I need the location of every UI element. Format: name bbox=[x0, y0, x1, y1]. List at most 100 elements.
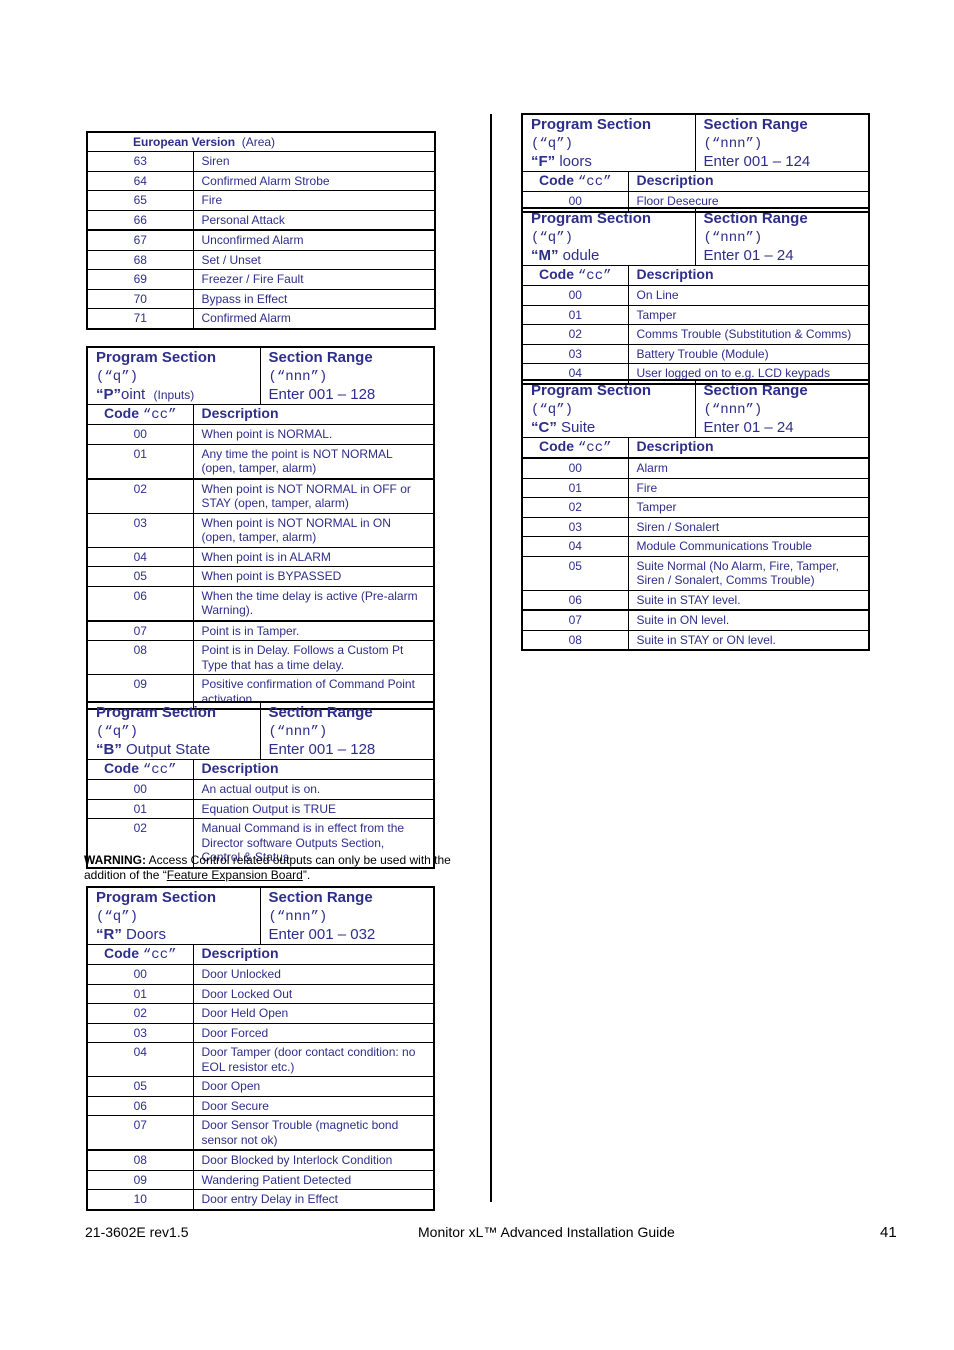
table-row: 00 When point is NORMAL. bbox=[86, 424, 435, 445]
table-row: 06 Door Secure bbox=[86, 1095, 435, 1116]
code-cell: 00 bbox=[521, 285, 629, 306]
description-cell: An actual output is on. bbox=[192, 779, 435, 800]
table-row: 04 Door Tamper (door contact condition: n… bbox=[86, 1042, 435, 1077]
european-title: European Version bbox=[133, 135, 236, 149]
table-row: 07 Suite in ON level. bbox=[521, 609, 870, 631]
description-cell: Suite in STAY level. bbox=[627, 589, 870, 611]
cc-label: “cc” bbox=[142, 407, 177, 423]
description-cell: When point is NOT NORMAL in OFF or STAY … bbox=[192, 477, 435, 514]
nnn-label: (“nnn”) bbox=[268, 909, 328, 925]
european-title-row: European Version (Area) bbox=[86, 131, 436, 152]
section-range-label: Section Range bbox=[268, 704, 373, 721]
code-cell: 04 bbox=[521, 536, 629, 557]
code-cell: 01 bbox=[86, 983, 194, 1004]
description-cell: Freezer / Fire Fault bbox=[192, 269, 436, 290]
table-row: 00 On Line bbox=[521, 285, 870, 306]
nnn-label: (“nnn”) bbox=[703, 402, 763, 418]
table-row: 66 Personal Attack bbox=[86, 209, 436, 231]
european-version-table: European Version (Area) 63 Siren 64 Confirm… bbox=[86, 131, 436, 330]
table-row: 70 Bypass in Effect bbox=[86, 288, 436, 309]
output-header-row: Program Section (“q”) “B” Output State S… bbox=[86, 701, 435, 760]
code-cell: 05 bbox=[86, 566, 194, 587]
description-cell: Confirmed Alarm Strobe bbox=[192, 170, 436, 191]
table-row: 02 Door Held Open bbox=[86, 1003, 435, 1024]
description-cell: When point is in ALARM bbox=[192, 546, 435, 567]
code-cell: 05 bbox=[521, 555, 629, 591]
code-cell: 00 bbox=[521, 457, 629, 479]
suite-table: Program Section (“q”) “C” Suite Section … bbox=[521, 379, 870, 651]
program-section-label: Program Section bbox=[531, 210, 652, 227]
q-label: (“q”) bbox=[531, 230, 574, 246]
table-row: 67 Unconfirmed Alarm bbox=[86, 229, 436, 251]
table-row: 00 An actual output is on. bbox=[86, 779, 435, 800]
feature-expansion-board-link: Feature Expansion Board bbox=[166, 868, 303, 882]
code-cell: 01 bbox=[521, 477, 629, 498]
code-cell: 69 bbox=[86, 269, 194, 290]
code-header: Code bbox=[104, 405, 139, 421]
code-cell: 03 bbox=[86, 512, 194, 548]
code-cell: 04 bbox=[86, 546, 194, 567]
table-row: 71 Confirmed Alarm bbox=[86, 308, 436, 329]
code-header: Code bbox=[104, 945, 139, 961]
code-cell: 66 bbox=[86, 209, 194, 231]
description-cell: Fire bbox=[627, 477, 870, 498]
table-row: 01 Door Locked Out bbox=[86, 983, 435, 1004]
floors-table: Program Section (“q”) “F” loors Section … bbox=[521, 113, 870, 213]
description-cell: Module Communications Trouble bbox=[627, 536, 870, 557]
section-name: odule bbox=[558, 247, 600, 264]
section-letter: “M” bbox=[531, 247, 559, 264]
module-column-header: Code “cc” Description bbox=[521, 265, 870, 286]
description-cell: Equation Output is TRUE bbox=[192, 798, 435, 819]
section-range-value: Enter 01 – 24 bbox=[703, 419, 794, 436]
code-cell: 06 bbox=[86, 1095, 194, 1116]
section-range-value: Enter 001 – 128 bbox=[268, 386, 376, 403]
module-table: Program Section (“q”) “M” odule Section … bbox=[521, 207, 870, 385]
description-cell: Any time the point is NOT NORMAL (open, … bbox=[192, 443, 435, 479]
section-range-value: Enter 001 – 128 bbox=[268, 741, 376, 758]
european-rows: 63 Siren 64 Confirmed Alarm Strobe 65 Fire 66 P… bbox=[86, 151, 436, 329]
code-cell: 01 bbox=[86, 443, 194, 479]
q-label: (“q”) bbox=[96, 909, 139, 925]
code-header: Code bbox=[104, 760, 139, 776]
code-cell: 02 bbox=[521, 497, 629, 518]
description-cell: Point is in Delay. Follows a Custom Pt T… bbox=[192, 640, 435, 675]
table-row: 09 Wandering Patient Detected bbox=[86, 1169, 435, 1190]
code-cell: 08 bbox=[86, 1149, 194, 1171]
table-row: 01 Equation Output is TRUE bbox=[86, 798, 435, 819]
table-row: 01 Fire bbox=[521, 477, 870, 498]
point-table: Program Section (“q”) “P”oint (Inputs) S… bbox=[86, 346, 435, 710]
nnn-label: (“nnn”) bbox=[703, 230, 763, 246]
table-row: 01 Any time the point is NOT NORMAL (open… bbox=[86, 443, 435, 479]
code-cell: 71 bbox=[86, 308, 194, 329]
description-cell: Door Tamper (door contact condition: no … bbox=[192, 1042, 435, 1077]
description-cell: Door Unlocked bbox=[192, 964, 435, 985]
section-letter: “P” bbox=[96, 386, 122, 403]
section-name: loors bbox=[555, 153, 592, 170]
code-cell: 70 bbox=[86, 288, 194, 309]
section-note: (Inputs) bbox=[153, 388, 195, 402]
program-section-label: Program Section bbox=[96, 889, 217, 906]
section-range-label: Section Range bbox=[703, 210, 808, 227]
table-row: 07 Door Sensor Trouble (magnetic bond sen… bbox=[86, 1115, 435, 1151]
section-name: Output State bbox=[121, 741, 211, 758]
table-row: 02 Tamper bbox=[521, 497, 870, 518]
description-cell: Point is in Tamper. bbox=[192, 619, 435, 641]
table-row: 04 Module Communications Trouble bbox=[521, 536, 870, 557]
floors-column-header: Code “cc” Description bbox=[521, 171, 870, 192]
section-letter: “F” bbox=[531, 153, 556, 170]
section-name: Doors bbox=[121, 926, 167, 943]
description-header: Description bbox=[636, 438, 714, 454]
code-cell: 01 bbox=[521, 304, 629, 325]
code-cell: 02 bbox=[86, 1003, 194, 1024]
code-cell: 09 bbox=[86, 1169, 194, 1190]
description-cell: Door entry Delay in Effect bbox=[192, 1189, 435, 1210]
table-row: 02 When point is NOT NORMAL in OFF or STA… bbox=[86, 477, 435, 514]
table-row: 03 Battery Trouble (Module) bbox=[521, 343, 870, 364]
description-cell: Confirmed Alarm bbox=[192, 308, 436, 329]
description-header: Description bbox=[201, 760, 279, 776]
code-cell: 63 bbox=[86, 151, 194, 172]
description-cell: When the time delay is active (Pre-alarm… bbox=[192, 585, 435, 621]
description-cell: Set / Unset bbox=[192, 249, 436, 270]
code-cell: 02 bbox=[521, 324, 629, 345]
q-label: (“q”) bbox=[96, 369, 139, 385]
